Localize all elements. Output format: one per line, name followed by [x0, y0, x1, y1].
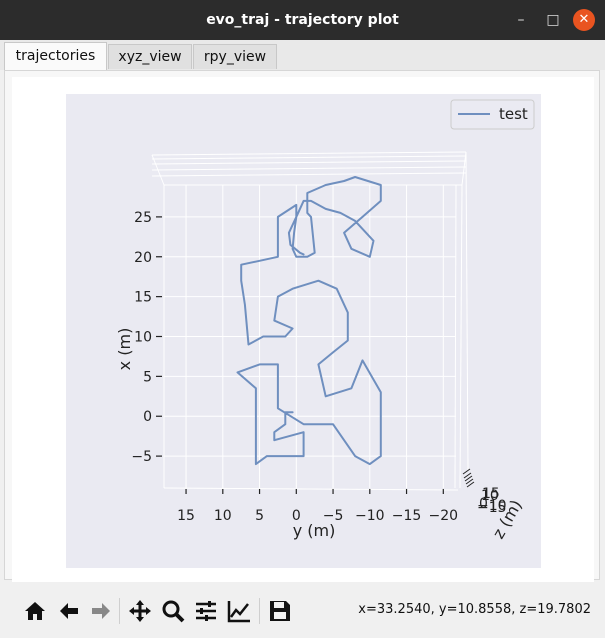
x-tick-label: 5 [255, 508, 264, 524]
y-tick-label: 15 [134, 290, 152, 306]
zoom-icon[interactable] [160, 598, 186, 624]
legend-entry-test: test [499, 105, 528, 123]
y-tick-label: 0 [143, 409, 152, 425]
cursor-coordinates: x=33.2540, y=10.8558, z=19.7802 [358, 602, 591, 617]
axes-box-top [151, 151, 467, 186]
x-tick-label: −15 [392, 508, 422, 524]
pan-icon[interactable] [127, 598, 153, 624]
trajectory-plot[interactable]: 15 10 5 0 −5 −10 −15 −202520151050−5−15−1001015… [0, 0, 605, 638]
back-arrow-icon[interactable] [56, 598, 82, 624]
trajectory-line-test [236, 176, 382, 466]
x-tick-label: 15 [177, 508, 195, 524]
x-tick-label: 10 [214, 508, 232, 524]
x-axis-label: y (m) [293, 521, 336, 540]
axes-frame [163, 185, 459, 491]
navigation-toolbar: x=33.2540, y=10.8558, z=19.7802 [0, 582, 605, 638]
axes-side-pane [454, 151, 469, 489]
configure-subplots-icon[interactable] [193, 598, 219, 624]
y-tick-label: 20 [134, 250, 152, 266]
legend: test [450, 99, 535, 130]
y-tick-label: 10 [134, 330, 152, 346]
y-axis-label: x (m) [115, 328, 134, 371]
x-tick-label: −20 [429, 508, 459, 524]
forward-arrow-icon[interactable] [88, 598, 114, 624]
x-tick-label: −10 [355, 508, 385, 524]
save-icon[interactable] [267, 598, 293, 624]
z-tick [462, 468, 471, 475]
z-tick-label: 15 [482, 486, 500, 502]
toolbar-separator [259, 598, 260, 624]
home-icon[interactable] [22, 598, 48, 624]
y-tick-label: 5 [143, 369, 152, 385]
y-tick-label: −5 [131, 449, 152, 465]
y-tick-label: 25 [134, 210, 152, 226]
toolbar-separator [119, 598, 120, 624]
edit-axis-icon[interactable] [226, 598, 252, 624]
